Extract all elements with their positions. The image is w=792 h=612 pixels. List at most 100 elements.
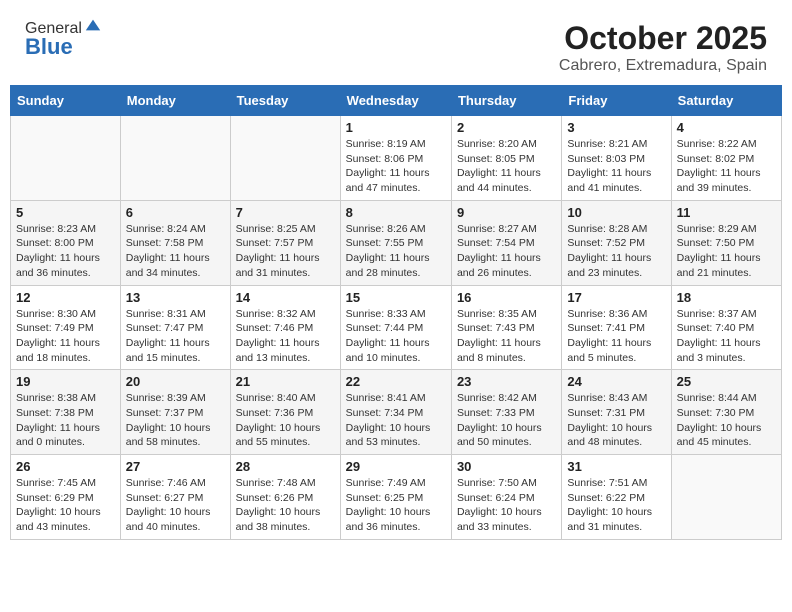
day-info: Daylight: 11 hours and 0 minutes. — [16, 421, 115, 450]
day-info: Sunset: 7:47 PM — [126, 321, 225, 336]
calendar-day-cell: 22Sunrise: 8:41 AMSunset: 7:34 PMDayligh… — [340, 370, 451, 455]
calendar-day-cell: 17Sunrise: 8:36 AMSunset: 7:41 PMDayligh… — [562, 285, 671, 370]
calendar-day-cell: 4Sunrise: 8:22 AMSunset: 8:02 PMDaylight… — [671, 116, 781, 201]
day-info: Daylight: 10 hours and 50 minutes. — [457, 421, 556, 450]
day-info: Daylight: 11 hours and 34 minutes. — [126, 251, 225, 280]
day-info: Daylight: 11 hours and 23 minutes. — [567, 251, 665, 280]
day-info: Sunrise: 7:48 AM — [236, 476, 335, 491]
calendar-week-row: 1Sunrise: 8:19 AMSunset: 8:06 PMDaylight… — [11, 116, 782, 201]
day-info: Sunset: 7:34 PM — [346, 406, 446, 421]
day-info: Sunrise: 8:19 AM — [346, 137, 446, 152]
calendar-day-cell: 29Sunrise: 7:49 AMSunset: 6:25 PMDayligh… — [340, 455, 451, 540]
calendar-day-cell: 18Sunrise: 8:37 AMSunset: 7:40 PMDayligh… — [671, 285, 781, 370]
calendar-day-cell: 24Sunrise: 8:43 AMSunset: 7:31 PMDayligh… — [562, 370, 671, 455]
calendar-day-cell: 20Sunrise: 8:39 AMSunset: 7:37 PMDayligh… — [120, 370, 230, 455]
day-info: Daylight: 11 hours and 18 minutes. — [16, 336, 115, 365]
day-info: Sunrise: 8:37 AM — [677, 307, 776, 322]
day-info: Daylight: 11 hours and 21 minutes. — [677, 251, 776, 280]
day-info: Sunset: 7:50 PM — [677, 236, 776, 251]
day-number: 1 — [346, 120, 446, 135]
day-info: Daylight: 11 hours and 3 minutes. — [677, 336, 776, 365]
day-number: 29 — [346, 459, 446, 474]
day-number: 10 — [567, 205, 665, 220]
day-number: 11 — [677, 205, 776, 220]
day-info: Sunrise: 8:25 AM — [236, 222, 335, 237]
calendar-day-header: Friday — [562, 86, 671, 116]
calendar-day-cell: 27Sunrise: 7:46 AMSunset: 6:27 PMDayligh… — [120, 455, 230, 540]
calendar-week-row: 19Sunrise: 8:38 AMSunset: 7:38 PMDayligh… — [11, 370, 782, 455]
day-info: Sunrise: 8:30 AM — [16, 307, 115, 322]
day-info: Daylight: 10 hours and 36 minutes. — [346, 505, 446, 534]
day-info: Sunrise: 7:46 AM — [126, 476, 225, 491]
day-info: Sunset: 7:36 PM — [236, 406, 335, 421]
calendar-day-cell: 13Sunrise: 8:31 AMSunset: 7:47 PMDayligh… — [120, 285, 230, 370]
day-info: Sunrise: 8:31 AM — [126, 307, 225, 322]
day-info: Daylight: 10 hours and 53 minutes. — [346, 421, 446, 450]
day-info: Sunset: 6:24 PM — [457, 491, 556, 506]
day-info: Sunrise: 7:49 AM — [346, 476, 446, 491]
day-number: 16 — [457, 290, 556, 305]
day-info: Sunrise: 8:33 AM — [346, 307, 446, 322]
day-info: Sunrise: 8:41 AM — [346, 391, 446, 406]
day-info: Sunset: 7:33 PM — [457, 406, 556, 421]
day-info: Sunset: 6:29 PM — [16, 491, 115, 506]
day-info: Sunrise: 8:42 AM — [457, 391, 556, 406]
calendar-day-cell: 19Sunrise: 8:38 AMSunset: 7:38 PMDayligh… — [11, 370, 121, 455]
day-number: 3 — [567, 120, 665, 135]
calendar-day-cell: 6Sunrise: 8:24 AMSunset: 7:58 PMDaylight… — [120, 200, 230, 285]
day-number: 26 — [16, 459, 115, 474]
page-header: General Blue October 2025 Cabrero, Extre… — [10, 10, 782, 80]
title-block: October 2025 Cabrero, Extremadura, Spain — [559, 20, 767, 75]
day-number: 17 — [567, 290, 665, 305]
day-info: Sunset: 8:03 PM — [567, 152, 665, 167]
day-info: Sunset: 7:58 PM — [126, 236, 225, 251]
day-info: Sunset: 7:49 PM — [16, 321, 115, 336]
day-info: Daylight: 11 hours and 31 minutes. — [236, 251, 335, 280]
day-info: Sunrise: 8:38 AM — [16, 391, 115, 406]
day-number: 23 — [457, 374, 556, 389]
day-number: 12 — [16, 290, 115, 305]
day-info: Daylight: 11 hours and 39 minutes. — [677, 166, 776, 195]
day-info: Sunrise: 8:43 AM — [567, 391, 665, 406]
day-info: Sunrise: 8:35 AM — [457, 307, 556, 322]
calendar-day-cell: 28Sunrise: 7:48 AMSunset: 6:26 PMDayligh… — [230, 455, 340, 540]
day-info: Sunset: 6:27 PM — [126, 491, 225, 506]
day-info: Daylight: 11 hours and 36 minutes. — [16, 251, 115, 280]
calendar-day-cell: 1Sunrise: 8:19 AMSunset: 8:06 PMDaylight… — [340, 116, 451, 201]
day-info: Sunset: 7:57 PM — [236, 236, 335, 251]
day-info: Sunset: 7:44 PM — [346, 321, 446, 336]
day-info: Sunrise: 8:32 AM — [236, 307, 335, 322]
calendar-day-cell: 10Sunrise: 8:28 AMSunset: 7:52 PMDayligh… — [562, 200, 671, 285]
day-number: 9 — [457, 205, 556, 220]
calendar-day-header: Thursday — [451, 86, 561, 116]
day-info: Sunrise: 8:22 AM — [677, 137, 776, 152]
calendar-day-cell: 14Sunrise: 8:32 AMSunset: 7:46 PMDayligh… — [230, 285, 340, 370]
day-info: Sunrise: 8:39 AM — [126, 391, 225, 406]
calendar-day-cell: 26Sunrise: 7:45 AMSunset: 6:29 PMDayligh… — [11, 455, 121, 540]
day-info: Sunset: 8:00 PM — [16, 236, 115, 251]
day-number: 2 — [457, 120, 556, 135]
day-info: Sunset: 7:52 PM — [567, 236, 665, 251]
day-number: 4 — [677, 120, 776, 135]
calendar-day-cell: 30Sunrise: 7:50 AMSunset: 6:24 PMDayligh… — [451, 455, 561, 540]
day-info: Sunrise: 7:45 AM — [16, 476, 115, 491]
day-info: Daylight: 11 hours and 28 minutes. — [346, 251, 446, 280]
day-info: Sunset: 7:40 PM — [677, 321, 776, 336]
calendar-table: SundayMondayTuesdayWednesdayThursdayFrid… — [10, 85, 782, 540]
calendar-day-cell: 5Sunrise: 8:23 AMSunset: 8:00 PMDaylight… — [11, 200, 121, 285]
calendar-day-cell: 8Sunrise: 8:26 AMSunset: 7:55 PMDaylight… — [340, 200, 451, 285]
day-info: Daylight: 11 hours and 26 minutes. — [457, 251, 556, 280]
day-info: Sunset: 7:30 PM — [677, 406, 776, 421]
calendar-day-cell — [671, 455, 781, 540]
calendar-day-header: Monday — [120, 86, 230, 116]
day-info: Sunset: 7:31 PM — [567, 406, 665, 421]
calendar-day-cell: 9Sunrise: 8:27 AMSunset: 7:54 PMDaylight… — [451, 200, 561, 285]
day-info: Sunset: 7:37 PM — [126, 406, 225, 421]
calendar-day-header: Wednesday — [340, 86, 451, 116]
day-info: Sunset: 8:05 PM — [457, 152, 556, 167]
day-info: Daylight: 11 hours and 44 minutes. — [457, 166, 556, 195]
day-info: Sunset: 6:22 PM — [567, 491, 665, 506]
day-info: Sunset: 7:46 PM — [236, 321, 335, 336]
day-info: Daylight: 11 hours and 47 minutes. — [346, 166, 446, 195]
calendar-day-cell — [230, 116, 340, 201]
